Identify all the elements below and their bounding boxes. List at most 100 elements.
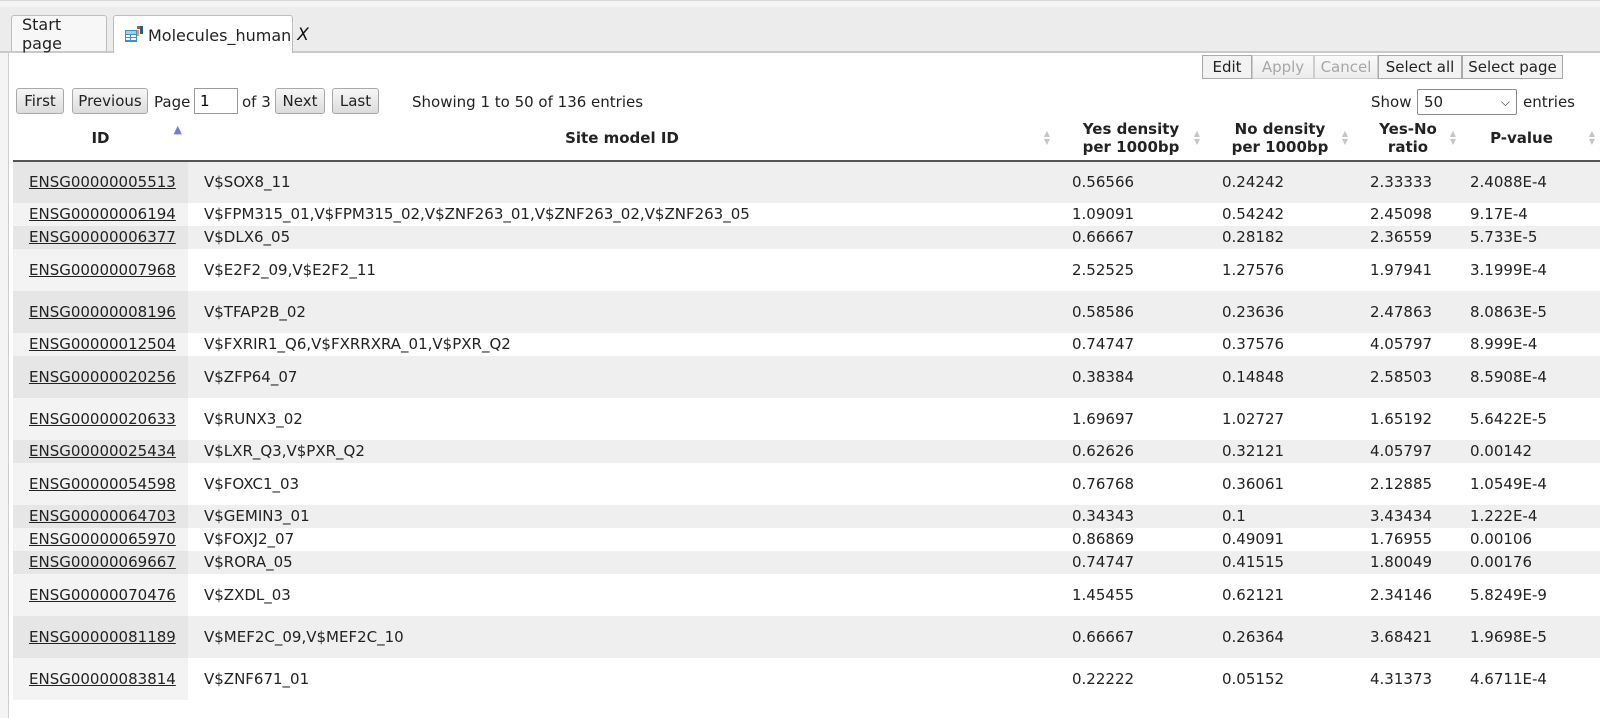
table-row[interactable]: ENSG00000020633 V$RUNX3_02 1.69697 1.02727 1… [13, 398, 1600, 440]
apply-button[interactable]: Apply [1252, 55, 1314, 79]
table-row[interactable]: ENSG00000064703 V$GEMIN3_01 0.34343 0.1 3.43… [13, 505, 1600, 528]
site-model-id-text: V$MEF2C_09,V$MEF2C_10 [204, 627, 404, 646]
gene-id-link[interactable]: ENSG00000008196 [29, 303, 176, 321]
p-value-cell: 3.1999E-4 [1462, 249, 1600, 291]
no-density-cell: 0.1 [1206, 505, 1354, 528]
gene-id-link[interactable]: ENSG00000007968 [29, 261, 176, 279]
tab-molecules-human[interactable]: Molecules_human X [113, 15, 309, 54]
gene-id-link[interactable]: ENSG00000020633 [29, 410, 176, 428]
gene-id-link[interactable]: ENSG00000012504 [29, 335, 176, 353]
gene-id-link[interactable]: ENSG00000070476 [29, 586, 176, 604]
site-model-id-cell: V$ZFP64_07 [188, 356, 1056, 398]
gene-id-link[interactable]: ENSG00000006377 [29, 228, 176, 246]
select-all-button[interactable]: Select all [1378, 55, 1462, 79]
gene-id-link[interactable]: ENSG00000064703 [29, 507, 176, 525]
site-model-id-text: V$FOXC1_03 [204, 474, 300, 493]
table-row[interactable]: ENSG00000065970 V$FOXJ2_07 0.86869 0.49091 1… [13, 528, 1600, 551]
no-density-cell: 0.23636 [1206, 291, 1354, 333]
table-row[interactable]: ENSG00000020256 V$ZFP64_07 0.38384 0.14848 2… [13, 356, 1600, 398]
tab-bar: Start page Molecules_human X [0, 7, 1600, 54]
no-density-text: 0.36061 [1222, 474, 1285, 493]
table-row[interactable]: ENSG00000006377 V$DLX6_05 0.66667 0.28182 2.… [13, 226, 1600, 249]
table-row[interactable]: ENSG00000069667 V$RORA_05 0.74747 0.41515 1.… [13, 551, 1600, 574]
row-id-cell: ENSG00000070476 [13, 574, 188, 616]
gene-id-link[interactable]: ENSG00000081189 [29, 628, 176, 646]
p-value-cell: 5.6422E-5 [1462, 398, 1600, 440]
p-value-cell: 0.00142 [1462, 440, 1600, 463]
table-row[interactable]: ENSG00000025434 V$LXR_Q3,V$PXR_Q2 0.62626 0… [13, 440, 1600, 463]
row-id-cell: ENSG00000054598 [13, 463, 188, 505]
table-row[interactable]: ENSG00000054598 V$FOXC1_03 0.76768 0.36061 2… [13, 463, 1600, 505]
yes-density-cell: 0.74747 [1056, 551, 1206, 574]
row-id-cell: ENSG00000007968 [13, 249, 188, 291]
row-id-cell: ENSG00000012504 [13, 333, 188, 356]
close-icon[interactable]: X [297, 25, 309, 45]
no-density-text: 0.24242 [1222, 173, 1285, 191]
yes-no-ratio-text: 1.76955 [1370, 530, 1433, 548]
p-value-text: 5.8249E-9 [1470, 585, 1547, 604]
yes-density-cell: 1.69697 [1056, 398, 1206, 440]
site-model-id-text: V$RUNX3_02 [204, 409, 303, 428]
tab-start-page[interactable]: Start page [11, 15, 107, 53]
table-panel: Edit Apply Cancel Select all Select page… [8, 53, 1600, 718]
data-table: ID ▲ Site model ID ▲ ▼ Yes density per 10… [13, 115, 1600, 700]
gene-id-link[interactable]: ENSG00000025434 [29, 442, 176, 460]
first-button[interactable]: First [16, 88, 64, 114]
p-value-cell: 8.999E-4 [1462, 333, 1600, 356]
column-header-id[interactable]: ID ▲ [13, 115, 188, 162]
site-model-id-cell: V$FPM315_01,V$FPM315_02,V$ZNF263_01,V$ZN… [188, 203, 1056, 226]
gene-id-link[interactable]: ENSG00000065970 [29, 530, 176, 548]
column-header-site-model-id[interactable]: Site model ID ▲ ▼ [188, 115, 1056, 162]
yes-no-ratio-text: 2.47863 [1370, 302, 1433, 321]
edit-button[interactable]: Edit [1202, 55, 1252, 79]
no-density-cell: 0.24242 [1206, 161, 1354, 203]
no-density-cell: 0.14848 [1206, 356, 1354, 398]
select-page-button[interactable]: Select page [1462, 55, 1563, 79]
site-model-id-cell: V$FXRIR1_Q6,V$FXRRXRA_01,V$PXR_Q2 [188, 333, 1056, 356]
table-row[interactable]: ENSG00000081189 V$MEF2C_09,V$MEF2C_10 0.66… [13, 616, 1600, 658]
page-size-select[interactable]: 50 ⌵ [1417, 89, 1517, 115]
page-number-input[interactable] [194, 88, 238, 114]
column-header-no-density[interactable]: No density per 1000bp ▲ ▼ [1206, 115, 1354, 162]
yes-no-ratio-text: 3.68421 [1370, 627, 1433, 646]
yes-no-ratio-cell: 3.68421 [1354, 616, 1462, 658]
gene-id-link[interactable]: ENSG00000083814 [29, 670, 176, 688]
yes-no-ratio-cell: 2.45098 [1354, 203, 1462, 226]
table-row[interactable]: ENSG00000070476 V$ZXDL_03 1.45455 0.62121 2.… [13, 574, 1600, 616]
yes-no-ratio-cell: 3.43434 [1354, 505, 1462, 528]
column-header-yes-density[interactable]: Yes density per 1000bp ▲ ▼ [1056, 115, 1206, 162]
p-value-text: 8.0863E-5 [1470, 302, 1547, 321]
p-value-cell: 1.222E-4 [1462, 505, 1600, 528]
yes-no-ratio-text: 3.43434 [1370, 507, 1433, 525]
table-row[interactable]: ENSG00000012504 V$FXRIR1_Q6,V$FXRRXRA_01,… [13, 333, 1600, 356]
gene-id-link[interactable]: ENSG00000054598 [29, 475, 176, 493]
table-row[interactable]: ENSG00000006194 V$FPM315_01,V$FPM315_02,V… [13, 203, 1600, 226]
column-header-yes-no-ratio[interactable]: Yes-No ratio ▲ ▼ [1354, 115, 1462, 162]
last-button[interactable]: Last [332, 88, 379, 114]
yes-density-text: 0.58586 [1072, 302, 1135, 321]
gene-id-link[interactable]: ENSG00000006194 [29, 205, 176, 223]
table-header-row: ID ▲ Site model ID ▲ ▼ Yes density per 10… [13, 115, 1600, 162]
table-row[interactable]: ENSG00000007968 V$E2F2_09,V$E2F2_11 2.5252… [13, 249, 1600, 291]
no-density-text: 0.54242 [1222, 205, 1285, 223]
no-density-cell: 0.28182 [1206, 226, 1354, 249]
table-body: ENSG00000005513 V$SOX8_11 0.56566 0.24242 2.… [13, 161, 1600, 700]
gene-id-link[interactable]: ENSG00000020256 [29, 368, 176, 386]
row-id-cell: ENSG00000081189 [13, 616, 188, 658]
table-row[interactable]: ENSG00000083814 V$ZNF671_01 0.22222 0.05152… [13, 658, 1600, 700]
column-header-p-value[interactable]: P-value ▲ ▼ [1462, 115, 1600, 162]
yes-density-cell: 0.76768 [1056, 463, 1206, 505]
site-model-id-text: V$TFAP2B_02 [204, 302, 306, 321]
table-row[interactable]: ENSG00000008196 V$TFAP2B_02 0.58586 0.23636… [13, 291, 1600, 333]
yes-density-cell: 0.66667 [1056, 616, 1206, 658]
next-button[interactable]: Next [275, 88, 325, 114]
yes-no-ratio-cell: 2.34146 [1354, 574, 1462, 616]
table-row[interactable]: ENSG00000005513 V$SOX8_11 0.56566 0.24242 2.… [13, 161, 1600, 203]
gene-id-link[interactable]: ENSG00000069667 [29, 553, 176, 571]
yes-no-ratio-cell: 1.80049 [1354, 551, 1462, 574]
yes-density-cell: 0.62626 [1056, 440, 1206, 463]
previous-button[interactable]: Previous [72, 88, 148, 114]
page-label: Page [154, 93, 191, 111]
gene-id-link[interactable]: ENSG00000005513 [29, 173, 176, 191]
cancel-button[interactable]: Cancel [1314, 55, 1378, 79]
